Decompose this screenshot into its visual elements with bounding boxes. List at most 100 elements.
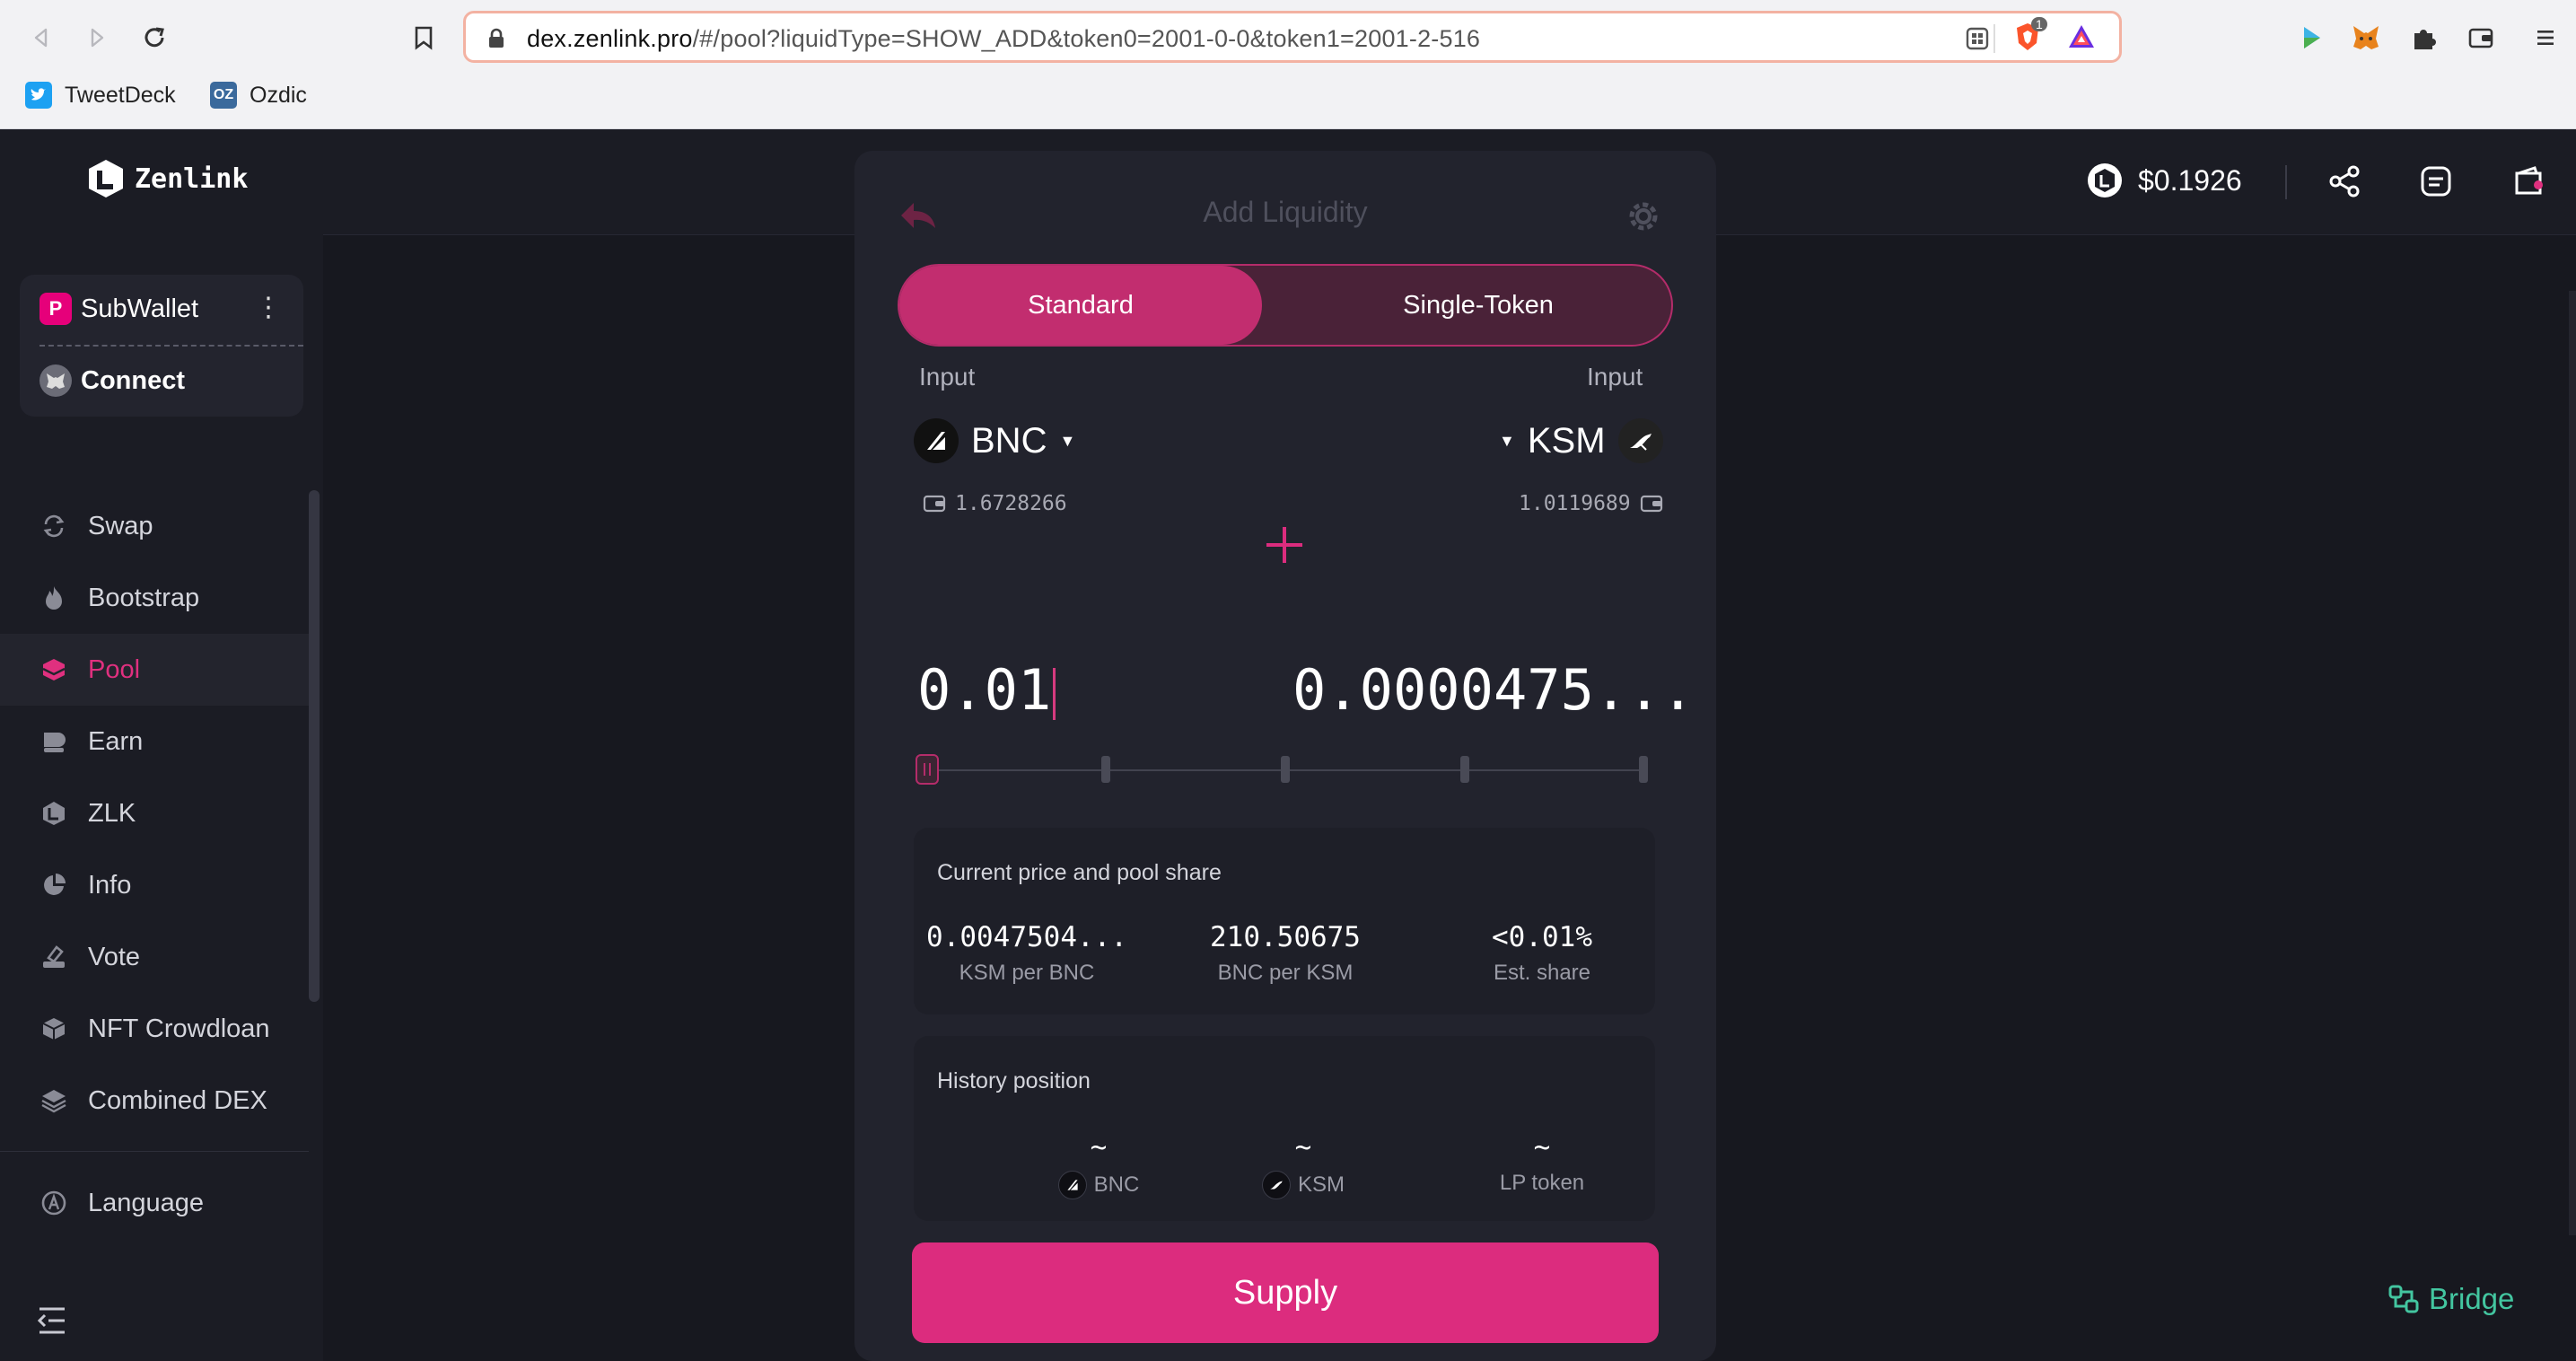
play-extension-icon[interactable] [2294, 20, 2330, 56]
slider-tick-100[interactable] [1639, 756, 1648, 783]
ozdic-icon: OZ [210, 82, 237, 109]
token1-balance: 1.0119689 [1519, 492, 1663, 515]
sidebar-item-info[interactable]: Info [0, 849, 314, 921]
forward-icon[interactable] [77, 18, 117, 57]
main-scrollbar[interactable] [2569, 291, 2576, 1235]
bookmark-page-icon[interactable] [404, 18, 443, 57]
share-icon[interactable] [2325, 162, 2364, 201]
history-lp-token: ~ LP token [1499, 1131, 1585, 1195]
subwallet-account[interactable]: P SubWallet [39, 293, 198, 325]
stat-est-share: <0.01% Est. share [1492, 921, 1592, 985]
wallet-icon[interactable] [2510, 162, 2549, 201]
sidebar-item-pool[interactable]: Pool [0, 634, 314, 706]
vote-icon [39, 943, 68, 971]
balance-wallet-icon [923, 495, 946, 513]
stat-ksm-per-bnc: 0.0047504... KSM per BNC [926, 921, 1127, 985]
polkadot-icon: P [39, 293, 72, 325]
zlk-price: $0.1926 [2086, 162, 2242, 199]
ksm-token-icon [1617, 418, 1663, 463]
back-icon[interactable] [22, 18, 61, 57]
chevron-down-icon: ▼ [1499, 431, 1515, 450]
history-card-title: History position [937, 1068, 1091, 1093]
tab-standard[interactable]: Standard [899, 266, 1262, 345]
pool-icon [39, 655, 68, 684]
sidebar-item-language[interactable]: Language [0, 1167, 314, 1239]
extensions-puzzle-icon[interactable] [2405, 20, 2441, 56]
tweetdeck-icon [25, 82, 52, 109]
input-label-right: Input [1587, 363, 1643, 391]
token1-selector[interactable]: ▼ KSM [1499, 418, 1663, 463]
layers-icon [39, 1086, 68, 1115]
sidebar-item-earn[interactable]: Earn [0, 706, 314, 777]
zlk-icon [39, 799, 68, 828]
price-share-card: Current price and pool share 0.0047504..… [914, 828, 1655, 1014]
history-ksm: ~ KSM [1196, 1131, 1411, 1199]
slider-tick-50[interactable] [1281, 756, 1290, 783]
wallet-divider [39, 345, 303, 347]
zlk-coin-icon [2088, 163, 2122, 198]
liquidity-type-toggle: Standard Single-Token [898, 264, 1673, 347]
qr-icon[interactable] [1959, 21, 1995, 57]
brave-rewards-icon[interactable] [2063, 19, 2099, 55]
header-divider [2285, 165, 2287, 199]
bookmark-tweetdeck[interactable]: TweetDeck [25, 79, 176, 111]
earn-icon [39, 727, 68, 756]
bnc-token-icon [914, 418, 959, 463]
address-bar[interactable]: dex.zenlink.pro/#/pool?liquidType=SHOW_A… [463, 11, 2122, 63]
zenlink-logo[interactable]: Zenlink [86, 158, 248, 199]
more-options-icon[interactable]: ⋮ [255, 294, 282, 321]
metamask-icon[interactable] [2348, 20, 2384, 56]
sidebar-item-swap[interactable]: Swap [0, 490, 314, 562]
collapse-sidebar-icon[interactable] [36, 1305, 68, 1340]
wallet-card: P SubWallet ⋮ Connect [20, 275, 303, 417]
supply-button[interactable]: Supply [912, 1242, 1659, 1343]
sidebar-item-zlk[interactable]: ZLK [0, 777, 314, 849]
connect-button[interactable]: Connect [39, 364, 185, 397]
chevron-down-icon: ▼ [1059, 431, 1076, 450]
panel-title: Add Liquidity [1203, 196, 1368, 228]
settings-gear-icon[interactable] [1625, 198, 1662, 240]
stat-bnc-per-ksm: 210.50675 BNC per KSM [1210, 921, 1361, 985]
bookmark-ozdic[interactable]: OZ Ozdic [210, 79, 307, 111]
price-card-title: Current price and pool share [937, 860, 1222, 885]
slider-tick-75[interactable] [1460, 756, 1469, 783]
url-text: dex.zenlink.pro/#/pool?liquidType=SHOW_A… [527, 25, 1481, 52]
history-bnc: ~ BNC [991, 1131, 1206, 1199]
token1-amount-input[interactable]: 0.0000475... [1292, 657, 1695, 723]
metamask-fox-icon [39, 364, 72, 397]
zenlink-logo-icon [89, 160, 123, 198]
back-arrow-icon[interactable] [898, 199, 937, 236]
pie-icon [39, 871, 68, 900]
wallet-extension-icon[interactable] [2463, 20, 2499, 56]
flame-icon [39, 584, 68, 612]
amount-slider-thumb[interactable] [916, 754, 939, 785]
sidebar-item-nft-crowdloan[interactable]: NFT Crowdloan [0, 993, 314, 1065]
token0-selector[interactable]: BNC ▼ [914, 418, 1075, 463]
transactions-icon[interactable] [2416, 162, 2456, 201]
sidebar-item-combined-dex[interactable]: Combined DEX [0, 1065, 314, 1137]
input-label-left: Input [919, 363, 976, 391]
sidebar-item-vote[interactable]: Vote [0, 921, 314, 993]
sidebar-divider [0, 1151, 309, 1152]
text-cursor [1053, 667, 1056, 720]
language-icon [39, 1189, 68, 1217]
plus-icon [1264, 524, 1305, 570]
sidebar-item-bootstrap[interactable]: Bootstrap [0, 562, 314, 634]
token0-amount-input[interactable]: 0.01 [917, 657, 1056, 723]
reload-icon[interactable] [135, 18, 174, 57]
token0-balance: 1.6728266 [923, 492, 1067, 515]
bridge-icon [2388, 1285, 2419, 1313]
shield-badge: 1 [2031, 17, 2047, 31]
brave-shield-icon[interactable]: 1 [2010, 17, 2047, 55]
lock-icon [487, 28, 505, 54]
bridge-button[interactable]: Bridge [2388, 1282, 2514, 1316]
ksm-token-icon [1261, 1171, 1291, 1199]
slider-tick-25[interactable] [1101, 756, 1110, 783]
bnc-token-icon [1057, 1171, 1087, 1199]
balance-wallet-icon [1640, 495, 1662, 513]
tab-single-token[interactable]: Single-Token [1285, 266, 1671, 345]
cube-icon [39, 1014, 68, 1043]
browser-menu-icon[interactable] [2528, 20, 2563, 56]
sidebar-scrollbar[interactable] [309, 490, 320, 1002]
swap-icon [39, 512, 68, 540]
